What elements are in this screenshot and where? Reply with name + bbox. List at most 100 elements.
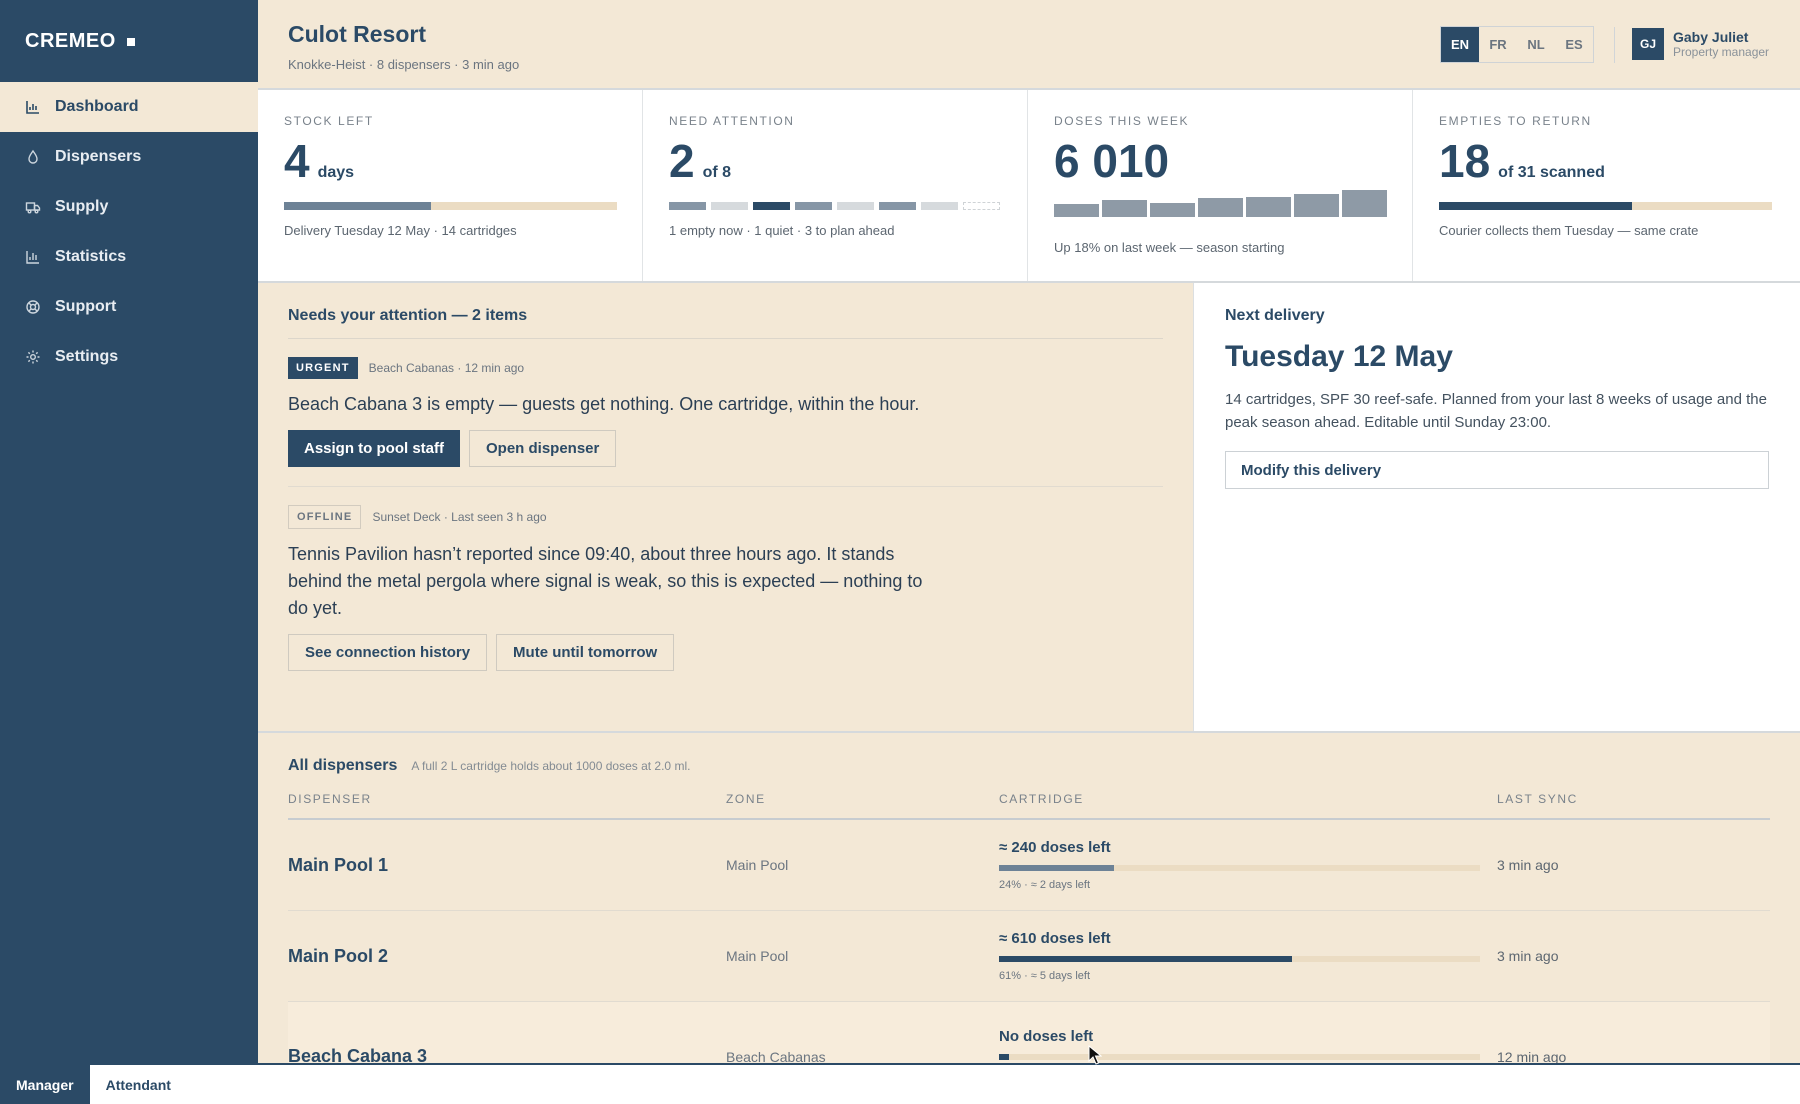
kpi-footnote: 1 empty now · 1 quiet · 3 to plan ahead [669, 223, 895, 238]
attention-segment [921, 202, 958, 210]
column-header[interactable]: LAST SYNC [1497, 792, 1770, 806]
sidebar-item-settings[interactable]: Settings [0, 332, 258, 382]
mute-until-tomorrow-button[interactable]: Mute until tomorrow [496, 634, 675, 671]
column-header[interactable]: CARTRIDGE [999, 792, 1497, 806]
kpi-label: STOCK LEFT [284, 114, 374, 128]
mode-switcher: Manager Attendant [0, 1063, 1800, 1104]
column-header[interactable]: ZONE [726, 792, 999, 806]
brand-logo[interactable]: CREMEO [0, 0, 258, 82]
language-switcher: EN FR NL ES [1440, 26, 1594, 63]
kpi-stock-left: STOCK LEFT 4 days Delivery Tuesday 12 Ma… [258, 90, 643, 281]
sidebar-item-supply[interactable]: Supply [0, 182, 258, 232]
cartridge-cell: No doses left [999, 1028, 1497, 1060]
table-row[interactable]: Main Pool 1 Main Pool ≈ 240 doses left 2… [288, 820, 1770, 911]
dispenser-name: Main Pool 2 [288, 945, 389, 966]
weekly-doses-sparkbars [1054, 185, 1387, 217]
sidebar-item-label: Support [55, 298, 117, 315]
gear-icon [25, 349, 41, 365]
cartridge-level-bar [999, 865, 1480, 871]
language-fr[interactable]: FR [1479, 27, 1517, 62]
sidebar-item-label: Dispensers [55, 148, 142, 165]
attention-segments [669, 202, 1000, 210]
cartridge-detail: 61% · ≈ 5 days left [999, 970, 1091, 982]
sidebar-item-label: Settings [55, 348, 119, 365]
cartridge-doses: ≈ 610 doses left [999, 930, 1111, 947]
attention-segment [753, 202, 790, 210]
connection-history-button[interactable]: See connection history [288, 634, 488, 671]
kpi-need-attention: NEED ATTENTION 2 of 8 1 empty now · 1 qu… [643, 90, 1028, 281]
language-es[interactable]: ES [1555, 27, 1593, 62]
mode-attendant-tab[interactable]: Attendant [90, 1065, 187, 1104]
cartridge-doses: ≈ 240 doses left [999, 839, 1111, 856]
mouse-cursor-icon [1088, 1045, 1102, 1065]
last-sync: 3 min ago [1497, 948, 1559, 964]
kpi-footnote: Up 18% on last week — season starting [1054, 240, 1285, 255]
language-en[interactable]: EN [1441, 27, 1479, 62]
sidebar-nav: Dashboard Dispensers Supply Statistics S… [0, 82, 258, 382]
table-note: A full 2 L cartridge holds about 1000 do… [411, 759, 691, 773]
daily-doses-bar [1246, 197, 1291, 217]
brand-name: CREMEO [25, 29, 116, 52]
alert-meta: Beach Cabanas · 12 min ago [368, 361, 525, 375]
stock-progress-bar [284, 202, 617, 210]
sidebar-item-dashboard[interactable]: Dashboard [0, 82, 258, 132]
alert-meta: Sunset Deck · Last seen 3 h ago [372, 510, 547, 524]
table-row[interactable]: Beach Cabana 3 Beach Cabanas No doses le… [288, 1002, 1770, 1063]
user-menu[interactable]: GJ Gaby Juliet Property manager [1632, 28, 1769, 60]
cartridge-level-bar [999, 956, 1480, 962]
kpi-footnote: Courier collects them Tuesday — same cra… [1439, 223, 1699, 238]
attention-segment [963, 202, 1000, 210]
cartridge-level-fill [999, 956, 1293, 962]
sidebar-item-dispensers[interactable]: Dispensers [0, 132, 258, 182]
attention-segment [669, 202, 706, 210]
attention-segment [795, 202, 832, 210]
alert-offline: OFFLINE Sunset Deck · Last seen 3 h ago … [288, 487, 1163, 671]
daily-doses-bar [1054, 204, 1099, 217]
daily-doses-bar [1102, 200, 1147, 217]
cartridge-level-fill [999, 865, 1115, 871]
column-header[interactable]: DISPENSER [288, 792, 726, 806]
cartridge-cell: ≈ 240 doses left 24% · ≈ 2 days left [999, 839, 1497, 891]
kpi-unit: days [317, 164, 355, 181]
last-sync: 3 min ago [1497, 857, 1559, 873]
cartridge-level-bar [999, 1053, 1480, 1060]
attention-panel: Needs your attention — 2 items URGENT Be… [258, 283, 1194, 731]
header-divider [1614, 27, 1615, 63]
sidebar-item-support[interactable]: Support [0, 282, 258, 332]
dispenser-name: Beach Cabana 3 [288, 1046, 428, 1063]
kpi-label: DOSES THIS WEEK [1054, 114, 1190, 128]
delivery-title: Next delivery [1225, 307, 1325, 324]
avatar: GJ [1632, 28, 1664, 60]
daily-doses-bar [1198, 198, 1243, 217]
dispenser-name: Main Pool 1 [288, 854, 389, 875]
droplet-icon [25, 149, 41, 165]
delivery-description: 14 cartridges, SPF 30 reef-safe. Planned… [1225, 391, 1767, 431]
chart-icon [25, 99, 41, 115]
next-delivery-panel: Next delivery Tuesday 12 May 14 cartridg… [1194, 283, 1800, 731]
language-nl[interactable]: NL [1517, 27, 1555, 62]
cartridge-doses: No doses left [999, 1027, 1094, 1045]
attention-segment [879, 202, 916, 210]
kpi-label: EMPTIES TO RETURN [1439, 114, 1592, 128]
open-dispenser-button[interactable]: Open dispenser [469, 430, 617, 467]
modify-delivery-button[interactable]: Modify this delivery [1225, 451, 1769, 489]
alert-text: Beach Cabana 3 is empty — guests get not… [288, 394, 920, 414]
alert-text: Tennis Pavilion hasn’t reported since 09… [288, 544, 923, 618]
brand-square-icon [126, 37, 135, 46]
delivery-date: Tuesday 12 May [1225, 340, 1453, 373]
dispenser-zone: Main Pool [726, 857, 789, 873]
offline-badge: OFFLINE [288, 505, 362, 529]
empties-progress-bar [1439, 202, 1772, 210]
kpi-unit: of 31 scanned [1498, 164, 1605, 181]
sidebar-item-statistics[interactable]: Statistics [0, 232, 258, 282]
urgent-badge: URGENT [288, 357, 358, 379]
dispensers-table: All dispensers A full 2 L cartridge hold… [258, 733, 1800, 1063]
table-row[interactable]: Main Pool 2 Main Pool ≈ 610 doses left 6… [288, 911, 1770, 1002]
sidebar: CREMEO Dashboard Dispensers Supply Stati… [0, 0, 258, 1063]
cartridge-cell: ≈ 610 doses left 61% · ≈ 5 days left [999, 930, 1497, 982]
kpi-unit: of 8 [702, 164, 732, 181]
mode-manager-tab[interactable]: Manager [0, 1065, 90, 1104]
attention-segment [837, 202, 874, 210]
attention-title: Needs your attention — 2 items [288, 307, 528, 324]
assign-pool-staff-button[interactable]: Assign to pool staff [288, 430, 460, 467]
